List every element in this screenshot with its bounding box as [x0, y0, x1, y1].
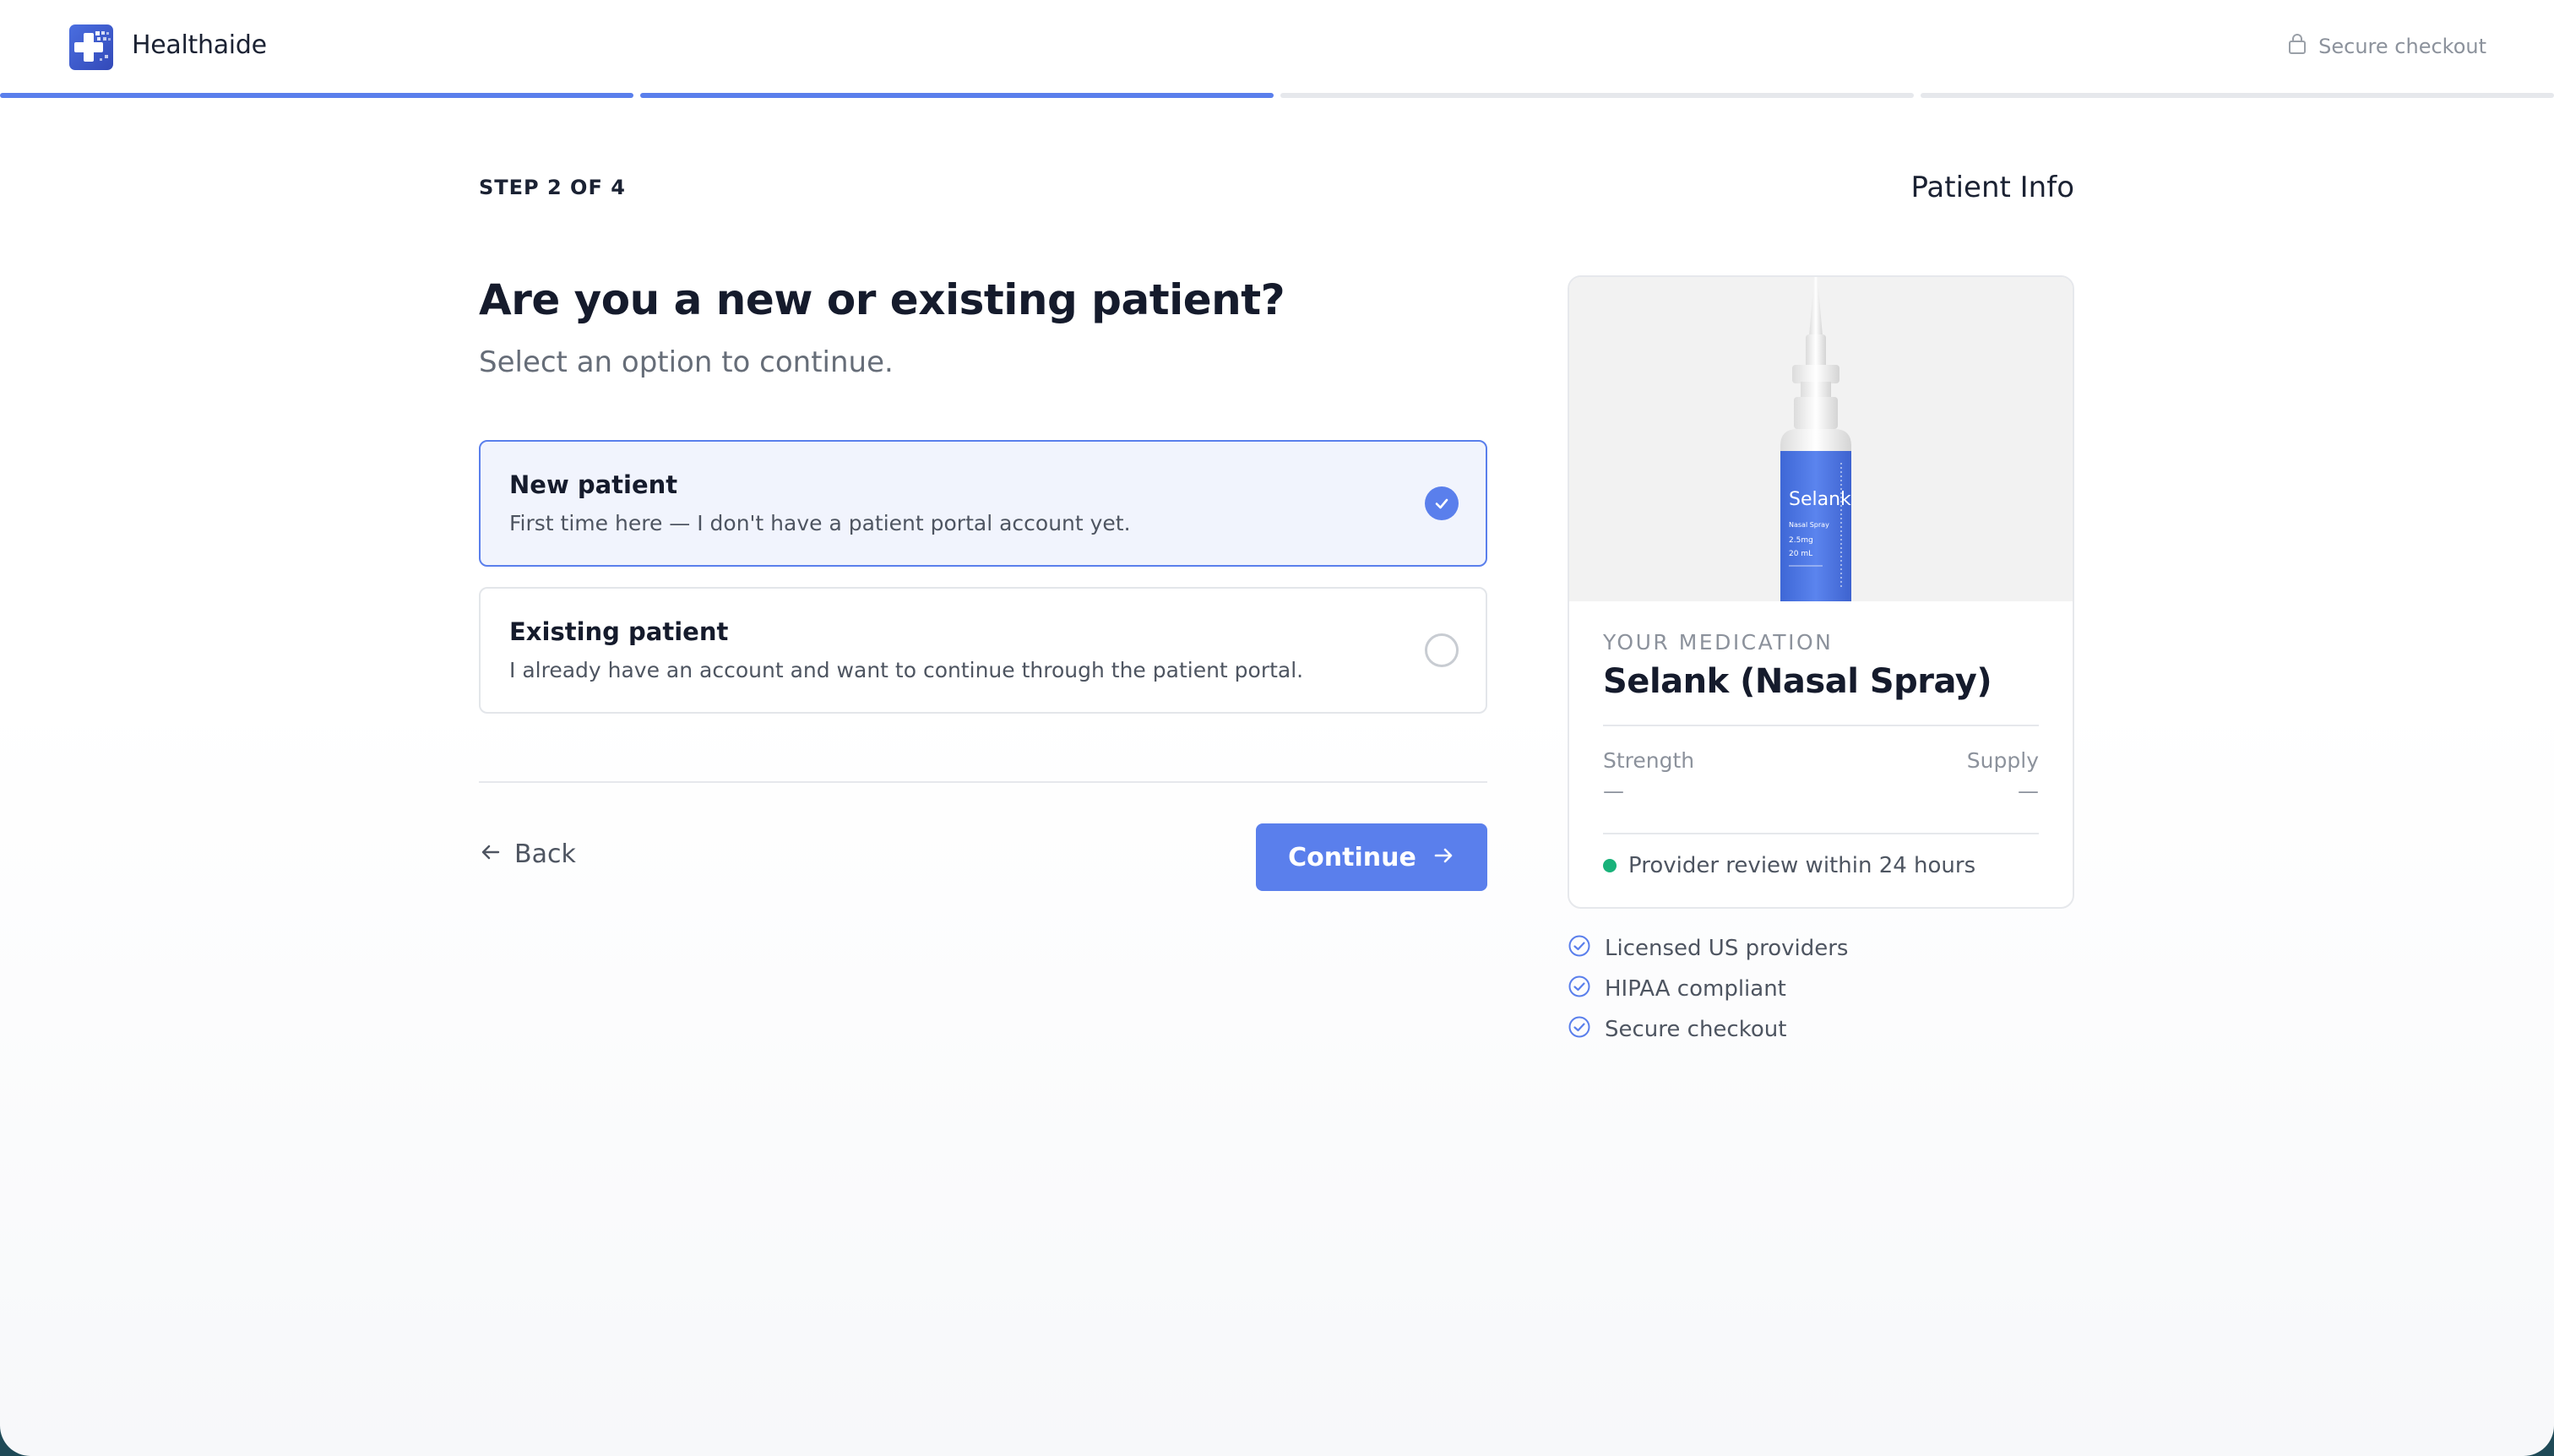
option-title: Existing patient: [509, 617, 729, 646]
secure-checkout-text: Secure checkout: [2318, 34, 2486, 58]
bottle-line1-text: Nasal Spray: [1789, 521, 1829, 529]
progress-segment-2: [640, 93, 1274, 98]
medication-name: Selank (Nasal Spray): [1603, 662, 1992, 701]
trust-item-licensed: Licensed US providers: [1568, 934, 1848, 962]
option-new-patient[interactable]: New patient First time here — I don't ha…: [479, 440, 1487, 567]
progress-segment-1: [0, 93, 633, 98]
bottle-line2-text: 2.5mg: [1789, 536, 1813, 545]
option-title: New patient: [509, 470, 678, 499]
section-divider: [479, 781, 1487, 783]
top-header: Healthaide Secure checkout: [0, 0, 2554, 95]
radio-selected-check-icon[interactable]: [1425, 486, 1459, 520]
option-description: I already have an account and want to co…: [509, 658, 1304, 682]
arrow-left-icon: [479, 840, 503, 868]
strength-label: Strength: [1603, 748, 1695, 773]
provider-review-text: Provider review within 24 hours: [1628, 853, 1976, 878]
option-description: First time here — I don't have a patient…: [509, 511, 1131, 535]
app-window: Healthaide Secure checkout STEP 2 OF 4 P…: [0, 0, 2554, 1456]
trust-text: Licensed US providers: [1605, 935, 1849, 961]
status-dot-icon: [1603, 859, 1617, 872]
supply-value: —: [2018, 779, 2039, 803]
card-divider: [1603, 833, 2039, 834]
page-subtitle: Select an option to continue.: [479, 345, 894, 379]
page-title: Are you a new or existing patient?: [479, 275, 1285, 324]
trust-item-hipaa: HIPAA compliant: [1568, 975, 1786, 1002]
back-label: Back: [514, 839, 576, 869]
product-image: Selank Nasal Spray 2.5mg 20 mL: [1569, 277, 2073, 601]
check-circle-icon: [1568, 1015, 1591, 1043]
continue-label: Continue: [1288, 842, 1416, 872]
bottle-brand-text: Selank: [1789, 489, 1851, 510]
progress-segment-3: [1280, 93, 1914, 98]
secure-checkout-indicator: Secure checkout: [2286, 33, 2486, 59]
check-circle-icon: [1568, 934, 1591, 962]
brand-name[interactable]: Healthaide: [132, 30, 267, 60]
step-progress-bar: [0, 93, 2554, 99]
medication-caption: YOUR MEDICATION: [1603, 630, 1834, 655]
trust-text: Secure checkout: [1605, 1016, 1787, 1042]
step-title: Patient Info: [1910, 171, 2074, 204]
step-counter: STEP 2 OF 4: [479, 176, 626, 199]
strength-value: —: [1603, 779, 1624, 803]
radio-unselected[interactable]: [1425, 633, 1459, 667]
trust-text: HIPAA compliant: [1605, 975, 1786, 1002]
check-circle-icon: [1568, 975, 1591, 1002]
trust-item-secure: Secure checkout: [1568, 1015, 1786, 1043]
back-button[interactable]: Back: [479, 839, 576, 869]
bottle-line3-text: 20 mL: [1789, 550, 1812, 558]
logo-icon[interactable]: [69, 24, 113, 70]
provider-review-status: Provider review within 24 hours: [1603, 853, 1975, 878]
medication-card: Selank Nasal Spray 2.5mg 20 mL YOUR MEDI…: [1568, 275, 2074, 909]
card-divider: [1603, 725, 2039, 726]
continue-button[interactable]: Continue: [1256, 823, 1487, 891]
lock-bag-icon: [2286, 33, 2308, 59]
supply-label: Supply: [1966, 748, 2039, 773]
arrow-right-icon: [1432, 844, 1455, 872]
option-existing-patient[interactable]: Existing patient I already have an accou…: [479, 587, 1487, 714]
progress-segment-4: [1921, 93, 2554, 98]
